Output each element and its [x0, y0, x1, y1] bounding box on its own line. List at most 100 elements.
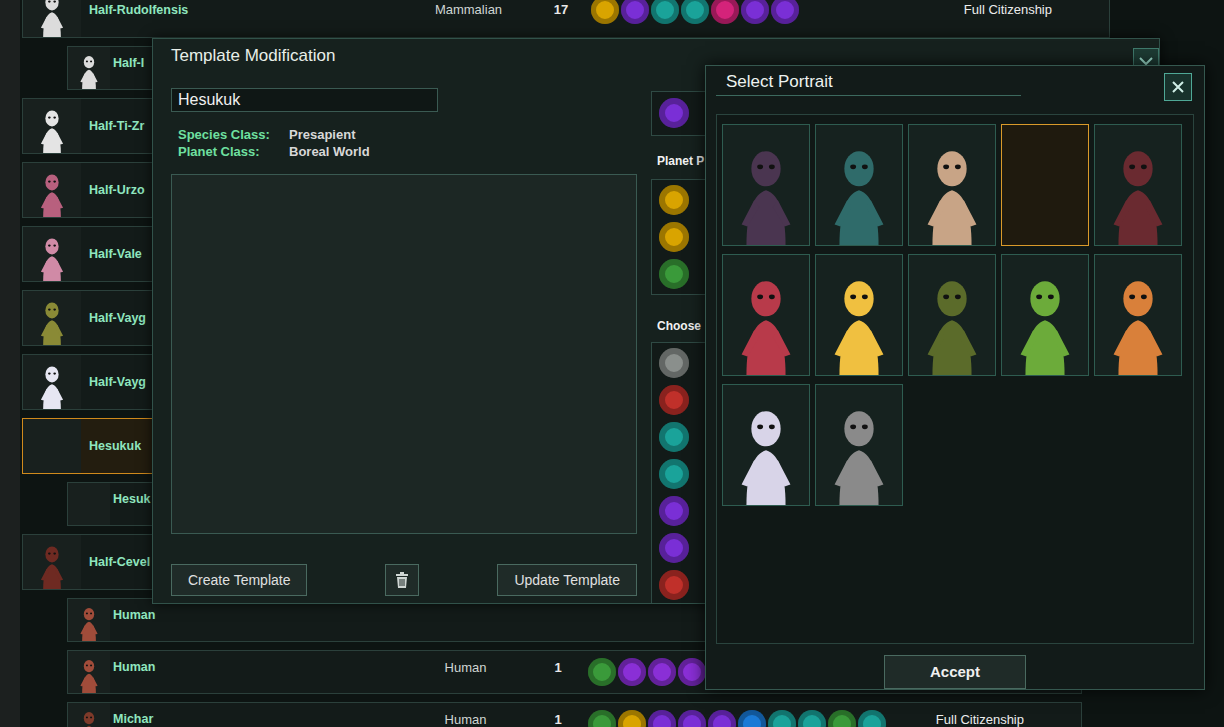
portrait-option[interactable]	[815, 124, 903, 246]
trait-list	[591, 0, 964, 24]
portrait-option[interactable]	[722, 254, 810, 376]
trait-icon	[659, 459, 689, 489]
species-row[interactable]: MicharHuman1Full Citizenship	[67, 702, 1082, 727]
trait-icon	[621, 0, 649, 24]
trait-icon	[618, 658, 646, 686]
species-portrait	[23, 355, 81, 409]
portrait-image	[1002, 255, 1088, 375]
window-title: Template Modification	[171, 46, 335, 66]
portrait-image	[1095, 125, 1181, 245]
species-row[interactable]: Half-RudolfensisMammalian17Full Citizens…	[22, 0, 1110, 38]
accept-button[interactable]: Accept	[884, 655, 1026, 689]
portrait-option[interactable]	[1001, 124, 1089, 246]
name-field[interactable]	[171, 88, 438, 112]
species-portrait	[68, 599, 110, 641]
species-count: 17	[531, 2, 591, 18]
portrait-option[interactable]	[1001, 254, 1089, 376]
trait-icon	[659, 422, 689, 452]
portrait-image	[723, 385, 809, 505]
trait-icon	[738, 710, 766, 727]
portrait-option[interactable]	[815, 384, 903, 506]
trait-icon	[741, 0, 769, 24]
portrait-figure	[23, 227, 81, 281]
portrait-figure	[816, 125, 902, 245]
portrait-figure	[23, 99, 81, 153]
species-portrait	[23, 535, 81, 589]
trait-list	[588, 703, 936, 727]
trait-icon	[681, 0, 709, 24]
trait-icon	[659, 496, 689, 526]
portrait-figure	[723, 125, 809, 245]
planet-class-label: Planet Class:	[171, 143, 289, 160]
portrait-figure	[816, 255, 902, 375]
trait-icon	[588, 710, 616, 727]
portrait-figure	[68, 703, 110, 727]
species-name: Human	[113, 651, 403, 675]
trait-icon	[768, 710, 796, 727]
species-portrait	[68, 483, 110, 525]
portrait-option[interactable]	[815, 254, 903, 376]
species-class-value: Presapient	[289, 126, 637, 143]
species-portrait	[23, 227, 81, 281]
trait-icon	[678, 710, 706, 727]
species-info: Species Class:PresapientPlanet Class:Bor…	[171, 126, 637, 160]
trait-icon	[858, 710, 886, 727]
portrait-figure	[68, 651, 110, 693]
button-row: Create Template Update Template	[171, 564, 637, 596]
trait-icon	[659, 533, 689, 563]
close-icon[interactable]	[1164, 73, 1192, 101]
portrait-image	[816, 385, 902, 505]
trait-icon	[648, 658, 676, 686]
citizenship-status: Full Citizenship	[936, 703, 1081, 727]
portrait-figure	[1095, 255, 1181, 375]
trait-icon	[588, 658, 616, 686]
species-name: Half-Rudolfensis	[89, 3, 406, 18]
portrait-image	[1002, 125, 1088, 245]
portrait-image	[816, 125, 902, 245]
species-portrait	[68, 651, 110, 693]
portrait-figure	[723, 255, 809, 375]
portrait-image	[1095, 255, 1181, 375]
portrait-option[interactable]	[908, 254, 996, 376]
portrait-grid	[722, 124, 1188, 506]
species-name: Michar	[113, 703, 403, 727]
portrait-option[interactable]	[908, 124, 996, 246]
portrait-panel	[716, 114, 1194, 644]
portrait-figure	[723, 385, 809, 505]
trait-icon	[659, 98, 689, 128]
species-portrait	[23, 99, 81, 153]
species-class: Mammalian	[406, 2, 531, 18]
portrait-figure	[68, 47, 110, 89]
trait-icon	[678, 658, 706, 686]
trait-icon	[659, 570, 689, 600]
update-template-button[interactable]: Update Template	[497, 564, 637, 596]
trait-icon	[591, 0, 619, 24]
portrait-figure	[23, 291, 81, 345]
trait-icon	[708, 710, 736, 727]
species-count: 1	[528, 703, 588, 727]
species-portrait	[23, 419, 81, 473]
dialog-footer: Accept	[706, 655, 1204, 689]
portrait-option[interactable]	[722, 384, 810, 506]
planet-class-value: Boreal World	[289, 143, 637, 160]
trait-icon	[798, 710, 826, 727]
portrait-option[interactable]	[1094, 124, 1182, 246]
delete-icon[interactable]	[385, 564, 419, 596]
portrait-figure	[23, 355, 81, 409]
species-portrait	[23, 0, 81, 37]
trait-icon	[771, 0, 799, 24]
trait-icon	[648, 710, 676, 727]
trait-icon	[618, 710, 646, 727]
trait-icon	[651, 0, 679, 24]
species-portrait	[23, 291, 81, 345]
portrait-figure	[23, 163, 81, 217]
planet-icon	[659, 185, 689, 215]
species-row-group: Half-RudolfensisMammalian17Full Citizens…	[22, 0, 1110, 38]
portrait-option[interactable]	[1094, 254, 1182, 376]
trait-icon	[711, 0, 739, 24]
create-template-button[interactable]: Create Template	[171, 564, 307, 596]
portrait-image	[816, 255, 902, 375]
description-box[interactable]	[171, 174, 637, 534]
portrait-option[interactable]	[722, 124, 810, 246]
species-count: 1	[528, 651, 588, 676]
